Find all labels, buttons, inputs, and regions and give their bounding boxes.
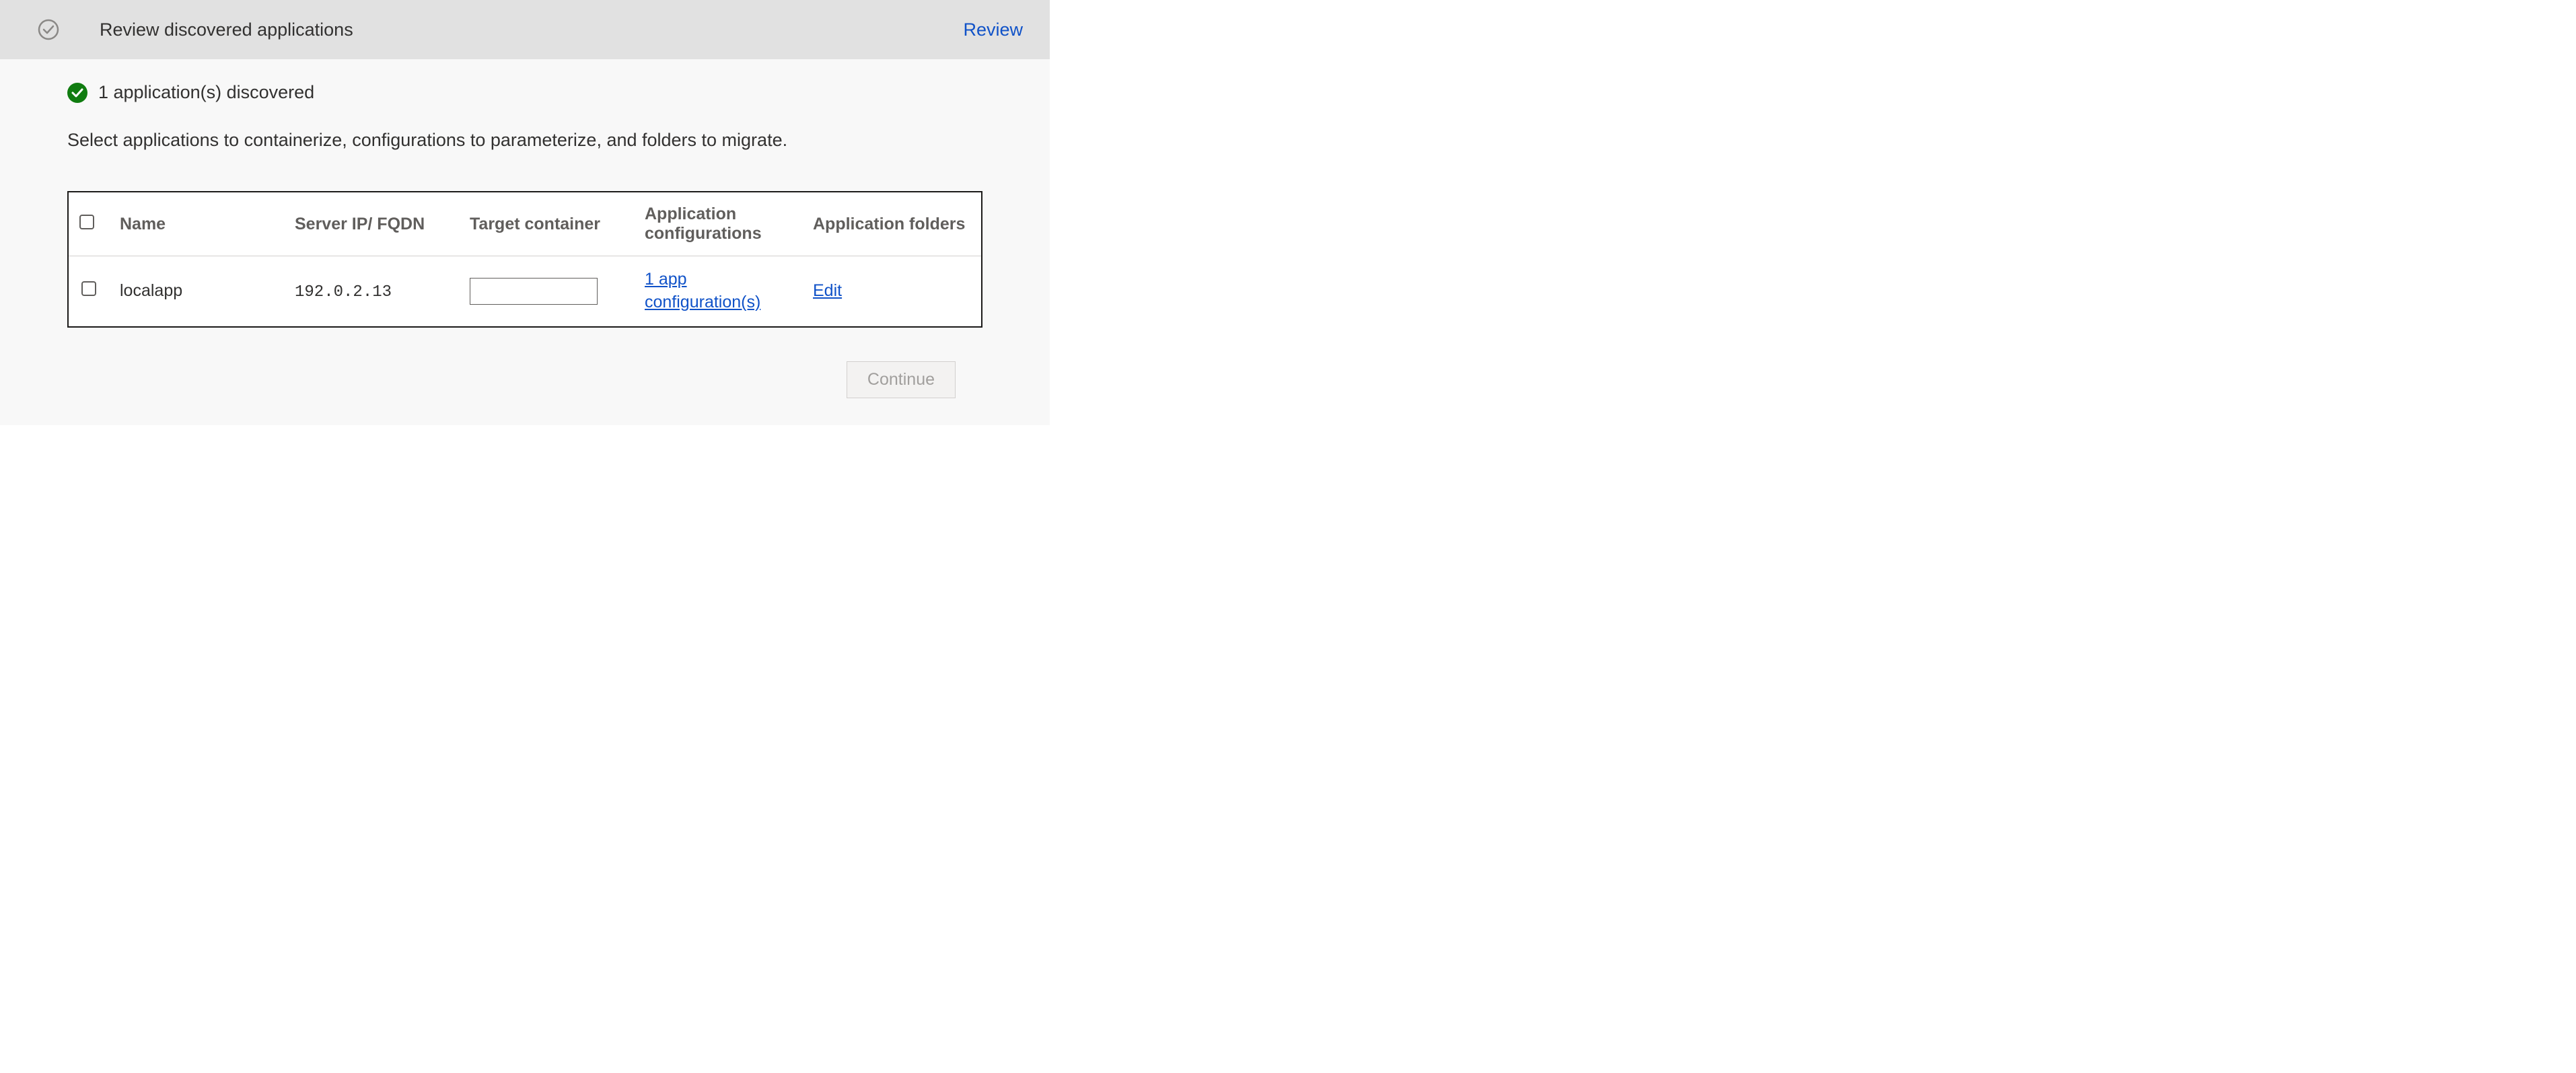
table-row: localapp 192.0.2.13 1 app configuration(…	[69, 256, 981, 326]
footer-actions: Continue	[67, 328, 982, 398]
step-header-left: Review discovered applications	[38, 19, 353, 40]
app-configurations-link[interactable]: 1 app configuration(s)	[645, 268, 791, 314]
review-link[interactable]: Review	[963, 20, 1023, 40]
continue-button[interactable]: Continue	[847, 361, 956, 398]
status-message: 1 application(s) discovered	[98, 82, 314, 103]
content-area: 1 application(s) discovered Select appli…	[0, 59, 1050, 398]
checkmark-circle-icon	[38, 19, 59, 40]
column-header-server: Server IP/ FQDN	[284, 192, 459, 256]
step-header: Review discovered applications Review	[0, 0, 1050, 59]
target-container-input[interactable]	[470, 278, 598, 305]
column-header-folders: Application folders	[802, 192, 981, 256]
page-container: Review discovered applications Review 1 …	[0, 0, 1050, 425]
select-all-checkbox[interactable]	[79, 215, 94, 229]
table-header-row: Name Server IP/ FQDN Target container Ap…	[69, 192, 981, 256]
instruction-text: Select applications to containerize, con…	[67, 130, 982, 151]
server-ip-cell: 192.0.2.13	[295, 283, 392, 301]
column-header-name: Name	[109, 192, 284, 256]
applications-table: Name Server IP/ FQDN Target container Ap…	[67, 191, 982, 328]
success-icon	[67, 83, 87, 103]
step-title: Review discovered applications	[100, 20, 353, 40]
app-name-cell: localapp	[109, 256, 284, 326]
row-checkbox[interactable]	[81, 281, 96, 296]
column-header-configs: Application configurations	[634, 192, 802, 256]
column-header-target: Target container	[459, 192, 634, 256]
discovery-status: 1 application(s) discovered	[67, 82, 982, 103]
app-folders-edit-link[interactable]: Edit	[813, 280, 842, 303]
